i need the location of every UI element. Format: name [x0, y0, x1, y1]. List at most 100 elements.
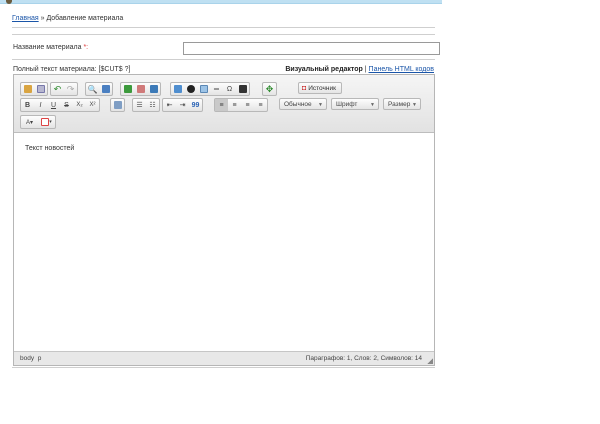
paste-icon — [23, 85, 32, 93]
element-path: body p — [20, 355, 41, 362]
spellcheck-icon — [123, 85, 132, 93]
chevron-down-icon: ▼ — [370, 102, 375, 108]
bulleted-list-icon: ☷ — [149, 102, 156, 109]
history-group: ↶ ↷ — [50, 82, 78, 96]
size-select-value: Размер — [388, 100, 411, 108]
align-center-icon: ≡ — [232, 101, 237, 109]
chevron-down-icon: ▼ — [318, 102, 323, 108]
title-input[interactable] — [183, 42, 440, 55]
special-char-icon: Ω — [226, 85, 233, 93]
maximize-icon: ✥ — [265, 83, 274, 94]
chevron-down-icon: ▾ — [49, 119, 52, 125]
source-icon: ◘ — [302, 84, 307, 92]
logo-fragment — [6, 0, 12, 4]
path-body[interactable]: body — [20, 355, 34, 362]
format-select-value: Обычное — [284, 100, 312, 108]
special-char-button[interactable]: Ω — [223, 83, 236, 95]
redo-icon: ↷ — [66, 83, 75, 94]
superscript-button[interactable]: X² — [86, 99, 99, 111]
clear-format-button[interactable] — [111, 99, 124, 111]
table-button[interactable] — [197, 83, 210, 95]
editor-toolbar: ↶ ↷ 🔍 ═ Ω ✥ ◘ Источник B I U S X₂ X² ☰ ☷… — [14, 75, 434, 133]
redo-button[interactable]: ↷ — [64, 83, 77, 95]
align-center-button[interactable]: ≡ — [228, 99, 241, 111]
flag-icon — [149, 85, 158, 93]
text-color-button[interactable]: A▾ — [21, 116, 38, 128]
align-justify-button[interactable]: ≡ — [254, 99, 267, 111]
html-panel-link[interactable]: Панель HTML кодов — [369, 66, 434, 73]
strike-button[interactable]: S — [60, 99, 73, 111]
title-label: Название материала — [13, 44, 82, 51]
find-group: 🔍 — [85, 82, 113, 96]
replace-button[interactable] — [99, 83, 112, 95]
source-label: Источник — [308, 84, 336, 92]
indent-group: ⇤ ⇥ 99 — [162, 98, 203, 112]
find-button[interactable]: 🔍 — [86, 83, 99, 95]
tools-group — [120, 82, 161, 96]
editor-statusbar: body p Параграфов: 1, Слов: 2, Символов:… — [14, 351, 434, 365]
flag-button[interactable] — [147, 83, 160, 95]
flash-icon — [186, 85, 195, 93]
text-color-icon: A▾ — [25, 119, 33, 126]
numbered-list-icon: ☰ — [136, 102, 143, 109]
bg-color-button[interactable]: ▾ — [38, 116, 55, 128]
word-count: Параграфов: 1, Слов: 2, Символов: 14 — [305, 355, 422, 362]
undo-button[interactable]: ↶ — [51, 83, 64, 95]
paste-text-icon — [36, 85, 45, 93]
divider — [12, 59, 435, 60]
align-right-button[interactable]: ≡ — [241, 99, 254, 111]
chevron-down-icon: ▼ — [412, 102, 417, 108]
subscript-button[interactable]: X₂ — [73, 99, 86, 111]
source-button[interactable]: ◘ Источник — [298, 82, 342, 94]
visual-editor-mode[interactable]: Визуальный редактор — [285, 66, 362, 73]
required-mark: *: — [83, 44, 89, 51]
bulleted-list-button[interactable]: ☷ — [146, 99, 159, 111]
italic-button[interactable]: I — [34, 99, 47, 111]
outdent-icon: ⇤ — [166, 102, 173, 109]
path-p[interactable]: p — [38, 355, 42, 362]
font-select-value: Шрифт — [336, 100, 358, 108]
bg-color-icon — [41, 118, 50, 126]
outdent-button[interactable]: ⇤ — [163, 99, 176, 111]
numbered-list-button[interactable]: ☰ — [133, 99, 146, 111]
bold-button[interactable]: B — [21, 99, 34, 111]
remove-format-icon — [136, 85, 145, 93]
resize-grip-icon[interactable] — [427, 358, 433, 364]
align-group: ≡ ≡ ≡ ≡ — [214, 98, 268, 112]
divider — [12, 367, 435, 368]
font-select[interactable]: Шрифт ▼ — [331, 98, 379, 110]
breadcrumb-current: Добавление материала — [46, 15, 124, 22]
undo-icon: ↶ — [53, 83, 62, 94]
breadcrumb: Главная » Добавление материала — [12, 15, 123, 22]
editor-content[interactable]: Текст новостей — [25, 145, 74, 152]
top-border — [0, 0, 442, 4]
spellcheck-button[interactable] — [121, 83, 134, 95]
indent-button[interactable]: ⇥ — [176, 99, 189, 111]
editor-mode-switch: Визуальный редактор | Панель HTML кодов — [285, 66, 434, 73]
paste-button[interactable] — [21, 83, 34, 95]
underline-button[interactable]: U — [47, 99, 60, 111]
maximize-button[interactable]: ✥ — [263, 83, 276, 95]
format-select[interactable]: Обычное ▼ — [279, 98, 327, 110]
breadcrumb-home-link[interactable]: Главная — [12, 15, 39, 22]
replace-icon — [101, 85, 110, 93]
find-icon: 🔍 — [87, 84, 98, 94]
remove-format-button[interactable] — [134, 83, 147, 95]
youtube-button[interactable] — [236, 83, 249, 95]
mode-separator: | — [364, 66, 367, 73]
size-select[interactable]: Размер ▼ — [383, 98, 421, 110]
image-icon — [173, 85, 182, 93]
indent-icon: ⇥ — [179, 102, 186, 109]
hr-icon: ═ — [214, 85, 219, 93]
align-left-icon: ≡ — [219, 101, 224, 109]
paste-text-button[interactable] — [34, 83, 47, 95]
divider — [12, 27, 435, 28]
align-justify-icon: ≡ — [258, 101, 263, 109]
breadcrumb-separator: » — [40, 15, 45, 22]
image-button[interactable] — [171, 83, 184, 95]
list-group: ☰ ☷ — [132, 98, 160, 112]
align-left-button[interactable]: ≡ — [215, 99, 228, 111]
hr-button[interactable]: ═ — [210, 83, 223, 95]
flash-button[interactable] — [184, 83, 197, 95]
blockquote-button[interactable]: 99 — [189, 99, 202, 111]
